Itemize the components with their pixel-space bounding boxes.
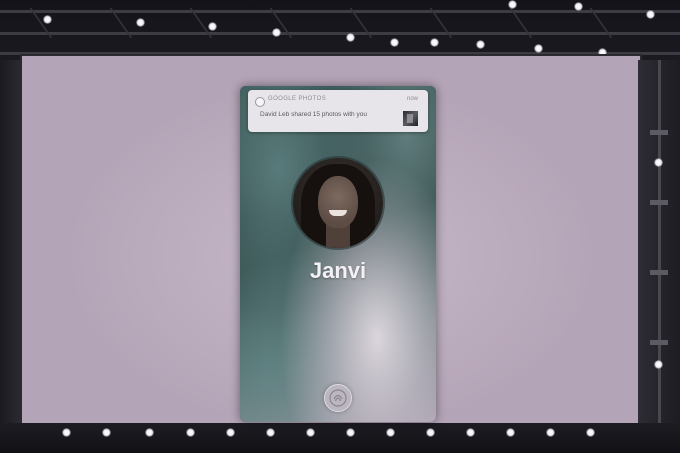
stage-light bbox=[306, 428, 315, 437]
phone-screen: GOOGLE PHOTOS now David Leb shared 15 ph… bbox=[240, 86, 436, 422]
stage-light bbox=[208, 22, 217, 31]
notification-thumbnail bbox=[403, 111, 418, 126]
google-photos-icon bbox=[255, 97, 265, 107]
contact-avatar[interactable] bbox=[293, 158, 383, 248]
left-rig bbox=[0, 60, 22, 430]
fingerprint-icon bbox=[329, 389, 347, 407]
floor bbox=[0, 423, 680, 453]
stage-light bbox=[508, 0, 517, 9]
stage-light bbox=[62, 428, 71, 437]
stage-light bbox=[506, 428, 515, 437]
stage-light bbox=[390, 38, 399, 47]
stage-light bbox=[102, 428, 111, 437]
fingerprint-button[interactable] bbox=[324, 384, 352, 412]
stage-light bbox=[574, 2, 583, 11]
stage-light bbox=[654, 158, 663, 167]
stage-light bbox=[346, 33, 355, 42]
stage-light bbox=[266, 428, 275, 437]
stage-light bbox=[43, 15, 52, 24]
stage-light bbox=[546, 428, 555, 437]
right-rig bbox=[638, 60, 680, 430]
contact-name: Janvi bbox=[309, 258, 367, 283]
stage-light bbox=[346, 428, 355, 437]
stage-light bbox=[476, 40, 485, 49]
stage-light bbox=[426, 428, 435, 437]
notification-message: David Leb shared 15 photos with you bbox=[260, 111, 367, 118]
notification-app-name: GOOGLE PHOTOS bbox=[268, 96, 327, 102]
stage-light bbox=[136, 18, 145, 27]
stage-light bbox=[534, 44, 543, 53]
stage-light bbox=[386, 428, 395, 437]
notification-card[interactable]: GOOGLE PHOTOS now David Leb shared 15 ph… bbox=[248, 90, 428, 132]
stage-light bbox=[430, 38, 439, 47]
notification-time: now bbox=[406, 96, 418, 102]
stage-light bbox=[186, 428, 195, 437]
stage-light bbox=[586, 428, 595, 437]
stage-light bbox=[145, 428, 154, 437]
stage-light bbox=[272, 28, 281, 37]
stage-light bbox=[226, 428, 235, 437]
stage-light bbox=[646, 10, 655, 19]
stage-light bbox=[466, 428, 475, 437]
lockscreen-wallpaper bbox=[240, 86, 436, 422]
stage-light bbox=[654, 360, 663, 369]
